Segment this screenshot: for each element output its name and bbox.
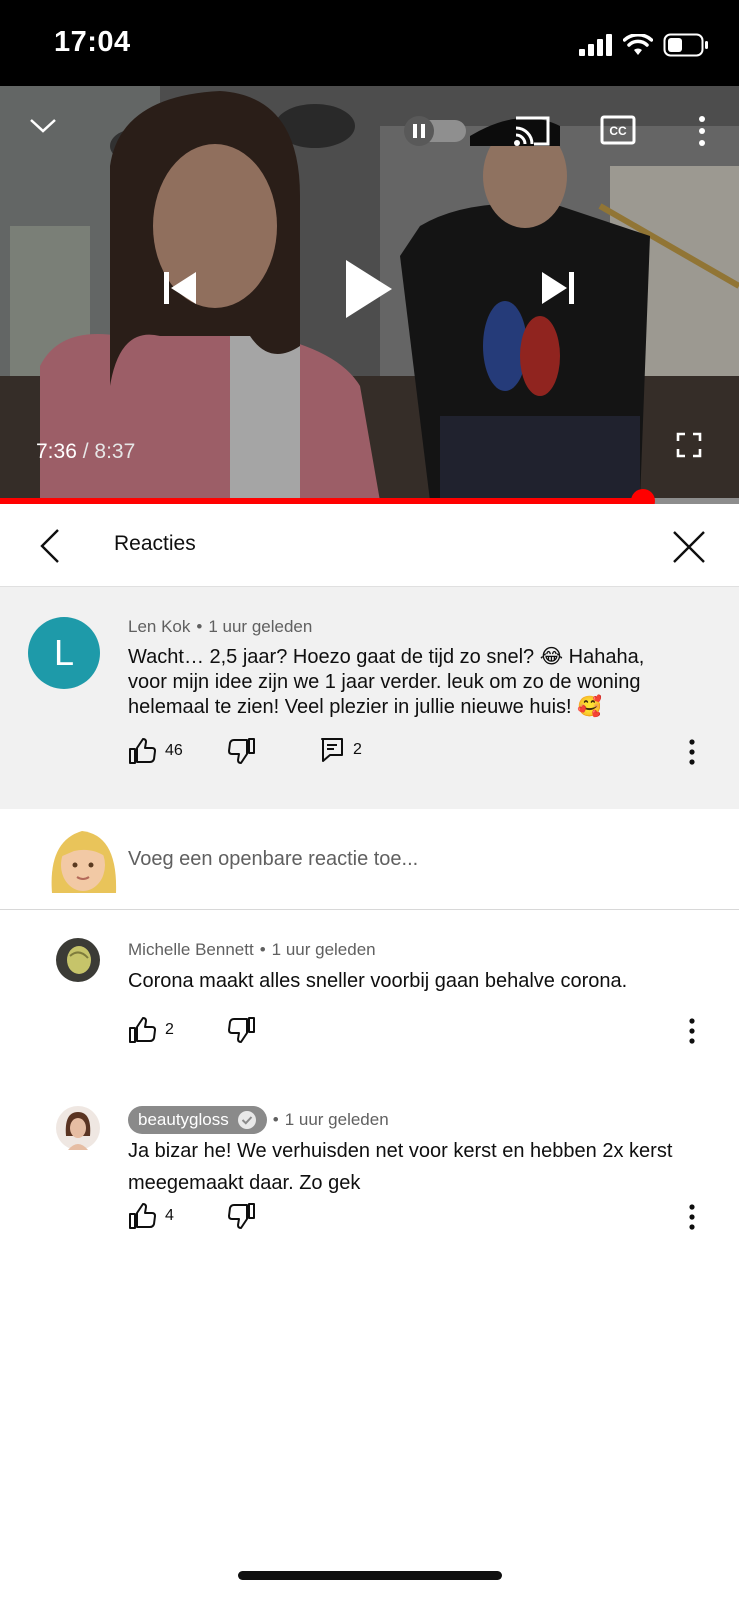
dislike-button[interactable] [228,737,256,765]
reply-item: beautygloss • 1 uur geleden Ja bizar he! … [0,1080,739,1270]
duration: 8:37 [94,440,136,463]
add-reply-input[interactable]: Voeg een openbare reactie toe... [128,848,418,871]
comment-line: meegemaakt daar. Zo gek [128,1172,361,1194]
more-vert-icon[interactable] [696,114,708,148]
reply-icon [321,738,343,762]
cast-icon[interactable] [512,114,552,148]
comment-time: 1 uur geleden [208,617,313,636]
close-icon[interactable] [672,530,706,564]
more-vert-icon[interactable] [688,1018,696,1044]
comment-text: Wacht… 2,5 jaar? Hoezo gaat de tijd zo s… [128,645,718,720]
thumb-up-icon [129,1017,156,1043]
play-icon[interactable] [344,258,394,320]
captions-icon[interactable]: CC [600,114,636,146]
reply-count: 2 [353,741,362,758]
dislike-button[interactable] [228,1016,256,1044]
add-reply-row[interactable]: Voeg een openbare reactie toe... [0,809,739,910]
like-button[interactable]: 4 [128,1202,174,1230]
dislike-button[interactable] [228,1202,256,1230]
replies-button[interactable]: 2 [320,737,362,763]
comment-line: Ja bizar he! We verhuisden net voor kers… [128,1140,673,1162]
comment-time: 1 uur geleden [284,1110,389,1129]
avatar[interactable] [56,938,100,982]
home-indicator[interactable] [238,1571,502,1580]
comment-meta: beautygloss • 1 uur geleden [128,1106,389,1134]
more-vert-icon[interactable] [688,1204,696,1230]
parent-comment: L Len Kok • 1 uur geleden Wacht… 2,5 jaar?… [0,587,739,809]
comment-actions: 46 2 [128,737,728,767]
fullscreen-icon[interactable] [676,432,702,458]
thumb-down-icon [228,1203,255,1229]
comment-author[interactable]: Michelle Bennett [128,940,254,959]
like-count: 2 [165,1021,174,1038]
creator-badge[interactable]: beautygloss [128,1106,267,1134]
comment-actions: 2 [128,1016,728,1046]
comment-line: helemaal te zien! Veel plezier in jullie… [128,696,603,718]
comment-line: Corona maakt alles sneller voorbij gaan … [128,970,628,992]
avatar[interactable] [56,1106,100,1150]
wifi-icon [623,34,653,55]
comment-line: voor mijn idee zijn we 1 jaar verder. le… [128,671,641,693]
back-arrow-icon[interactable] [38,528,62,564]
panel-title: Reacties [114,532,196,555]
like-count: 46 [165,742,183,759]
svg-text:CC: CC [609,124,627,138]
comments-header: Reacties [0,504,739,587]
comment-actions: 4 [128,1202,728,1232]
time-separator: / [76,440,95,463]
comment-meta: Len Kok • 1 uur geleden [128,617,313,636]
status-bar: 17:04 [0,0,739,86]
avatar[interactable]: L [28,617,100,689]
like-button[interactable]: 46 [128,737,183,765]
thumb-down-icon [228,738,255,764]
comment-line: Wacht… 2,5 jaar? Hoezo gaat de tijd zo s… [128,646,645,668]
comment-text: Ja bizar he! We verhuisden net voor kers… [128,1135,728,1199]
comment-author: beautygloss [138,1110,229,1129]
more-vert-icon[interactable] [688,739,696,765]
battery-icon [663,33,708,57]
next-icon[interactable] [540,270,576,306]
like-button[interactable]: 2 [128,1016,174,1044]
comment-meta: Michelle Bennett • 1 uur geleden [128,940,376,959]
video-player[interactable]: CC 7:36 / 8:37 [0,86,739,501]
thumb-down-icon [228,1017,255,1043]
verified-check-icon [237,1111,256,1129]
autoplay-toggle-icon[interactable] [402,114,470,148]
status-icons [579,32,709,58]
comment-text: Corona maakt alles sneller voorbij gaan … [128,967,718,995]
comment-author[interactable]: Len Kok [128,617,190,636]
current-time: 7:36 [36,440,77,463]
reply-item: Michelle Bennett • 1 uur geleden Corona ma… [0,910,739,1060]
thumb-up-icon [129,1203,156,1229]
minimize-chevron-down-icon[interactable] [28,116,58,136]
thumb-up-icon [129,738,156,764]
time-display: 7:36 / 8:37 [36,440,135,464]
user-avatar[interactable] [44,821,122,899]
previous-icon[interactable] [162,270,198,306]
signal-icon [579,34,612,56]
status-time: 17:04 [54,26,131,58]
like-count: 4 [165,1207,174,1224]
comment-time: 1 uur geleden [271,940,376,959]
